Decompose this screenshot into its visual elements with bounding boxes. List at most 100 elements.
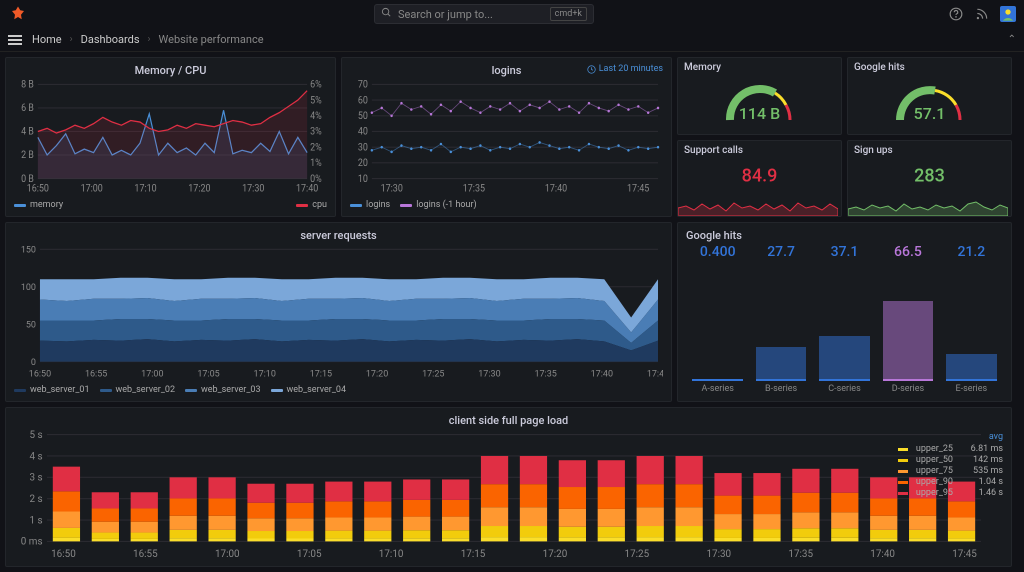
chevron-up-icon[interactable]: ⌃ <box>1008 34 1016 45</box>
svg-text:60: 60 <box>358 95 368 106</box>
breadcrumb-bar: Home › Dashboards › Website performance … <box>0 28 1024 52</box>
breadcrumb-current: Website performance <box>159 33 264 46</box>
svg-text:17:05: 17:05 <box>197 368 219 379</box>
svg-text:4 s: 4 s <box>29 451 42 462</box>
svg-text:17:30: 17:30 <box>242 183 264 194</box>
legend: web_server_01 web_server_02 web_server_0… <box>14 385 663 395</box>
svg-text:50: 50 <box>358 111 368 122</box>
svg-text:17:35: 17:35 <box>788 549 813 560</box>
panel-memory-gauge: Memory 114 B <box>677 57 842 135</box>
hamburger-icon[interactable] <box>8 32 24 48</box>
svg-text:0 ms: 0 ms <box>21 537 43 548</box>
panel-logins: logins Last 20 minutes 1020304050607017:… <box>341 57 672 217</box>
svg-text:1%: 1% <box>310 158 322 169</box>
svg-text:17:10: 17:10 <box>379 549 404 560</box>
breadcrumb-home[interactable]: Home <box>32 33 62 46</box>
svg-text:4 B: 4 B <box>21 126 34 137</box>
stats-grid: Memory 114 B Google hits <box>677 57 1012 217</box>
svg-text:2 s: 2 s <box>29 494 42 505</box>
rss-icon[interactable] <box>974 6 990 22</box>
svg-text:17:15: 17:15 <box>461 549 486 560</box>
legend: logins logins (-1 hour) <box>350 200 663 210</box>
svg-text:3 s: 3 s <box>29 473 42 484</box>
grafana-logo-icon[interactable] <box>8 4 28 24</box>
svg-text:2%: 2% <box>310 142 322 153</box>
avatar-icon[interactable] <box>1000 6 1016 22</box>
svg-text:5 s: 5 s <box>29 430 42 441</box>
svg-text:16:50: 16:50 <box>51 549 76 560</box>
svg-text:17:40: 17:40 <box>296 183 318 194</box>
help-icon[interactable] <box>948 6 964 22</box>
svg-text:16:50: 16:50 <box>29 368 51 379</box>
svg-text:150: 150 <box>21 244 36 255</box>
svg-text:17:40: 17:40 <box>591 368 613 379</box>
time-range-link[interactable]: Last 20 minutes <box>587 64 663 74</box>
search-icon <box>381 7 392 21</box>
svg-text:4%: 4% <box>310 111 322 122</box>
svg-text:6 B: 6 B <box>21 103 34 114</box>
panel-title: Google hits <box>686 229 1003 242</box>
bargauge-item: 27.7B-series <box>749 244 812 394</box>
svg-text:17:30: 17:30 <box>706 549 731 560</box>
svg-text:17:10: 17:10 <box>134 183 156 194</box>
svg-text:17:45: 17:45 <box>627 183 649 194</box>
svg-text:17:10: 17:10 <box>254 368 276 379</box>
svg-text:17:00: 17:00 <box>141 368 163 379</box>
search-input[interactable]: Search or jump to... cmd+k <box>374 4 594 24</box>
svg-text:1 s: 1 s <box>29 515 42 526</box>
bargauge-item: 66.5D-series <box>876 244 939 394</box>
svg-text:17:45: 17:45 <box>952 549 977 560</box>
panel-title: Memory / CPU <box>14 64 327 77</box>
svg-text:16:50: 16:50 <box>27 183 49 194</box>
bargauge-item: 37.1C-series <box>813 244 876 394</box>
svg-text:17:00: 17:00 <box>215 549 240 560</box>
svg-text:17:20: 17:20 <box>543 549 568 560</box>
panel-support-calls: Support calls 84.9 <box>677 140 842 218</box>
svg-text:17:15: 17:15 <box>310 368 332 379</box>
svg-text:40: 40 <box>358 126 368 137</box>
svg-text:17:25: 17:25 <box>625 549 650 560</box>
svg-text:17:35: 17:35 <box>534 368 556 379</box>
svg-text:20: 20 <box>358 158 368 169</box>
svg-text:17:30: 17:30 <box>478 368 500 379</box>
breadcrumb-dashboards[interactable]: Dashboards <box>81 33 140 46</box>
svg-text:17:30: 17:30 <box>381 183 403 194</box>
svg-text:17:20: 17:20 <box>188 183 210 194</box>
svg-text:0: 0 <box>31 357 36 368</box>
svg-text:6%: 6% <box>310 79 322 90</box>
svg-text:16:55: 16:55 <box>85 368 107 379</box>
bargauge-item: 21.2E-series <box>940 244 1003 394</box>
svg-text:17:35: 17:35 <box>463 183 485 194</box>
svg-text:5%: 5% <box>310 95 322 106</box>
panel-pageload: client side full page load 0 ms 1 s 2 s 3 s… <box>5 407 1012 567</box>
svg-text:30: 30 <box>358 142 368 153</box>
svg-text:70: 70 <box>358 79 368 90</box>
svg-text:16:55: 16:55 <box>133 549 158 560</box>
kbd-hint: cmd+k <box>550 7 587 21</box>
bargauge-item: 0.400A-series <box>686 244 749 394</box>
panel-google-bars: Google hits 0.400A-series27.7B-series37.… <box>677 222 1012 402</box>
topbar: Search or jump to... cmd+k <box>0 0 1024 28</box>
legend: memory cpu <box>14 200 327 210</box>
panel-title: client side full page load <box>14 414 1003 427</box>
panel-memory-cpu: Memory / CPU 0 B2 B4 B6 B8 B0%1%2%3%4%5%… <box>5 57 336 217</box>
svg-text:17:00: 17:00 <box>81 183 103 194</box>
svg-text:17:40: 17:40 <box>870 549 895 560</box>
svg-text:3%: 3% <box>310 126 322 137</box>
svg-text:100: 100 <box>21 282 36 293</box>
svg-text:8 B: 8 B <box>21 79 34 90</box>
panel-google-gauge: Google hits 57.1 <box>847 57 1012 135</box>
svg-text:17:40: 17:40 <box>545 183 567 194</box>
pageload-legend: avg upper_256.81 msupper_50142 msupper_7… <box>898 432 1003 499</box>
svg-text:50: 50 <box>26 319 36 330</box>
svg-text:17:05: 17:05 <box>297 549 322 560</box>
svg-text:17:45: 17:45 <box>647 368 663 379</box>
svg-text:17:25: 17:25 <box>422 368 444 379</box>
panel-server-requests: server requests 0 50 100 150 16:50 16:55 17:00… <box>5 222 672 402</box>
panel-signups: Sign ups 283 <box>847 140 1012 218</box>
search-placeholder: Search or jump to... <box>398 8 493 21</box>
svg-text:10: 10 <box>358 173 368 184</box>
svg-text:17:20: 17:20 <box>366 368 388 379</box>
svg-text:2 B: 2 B <box>21 150 34 161</box>
panel-title: server requests <box>14 229 663 242</box>
